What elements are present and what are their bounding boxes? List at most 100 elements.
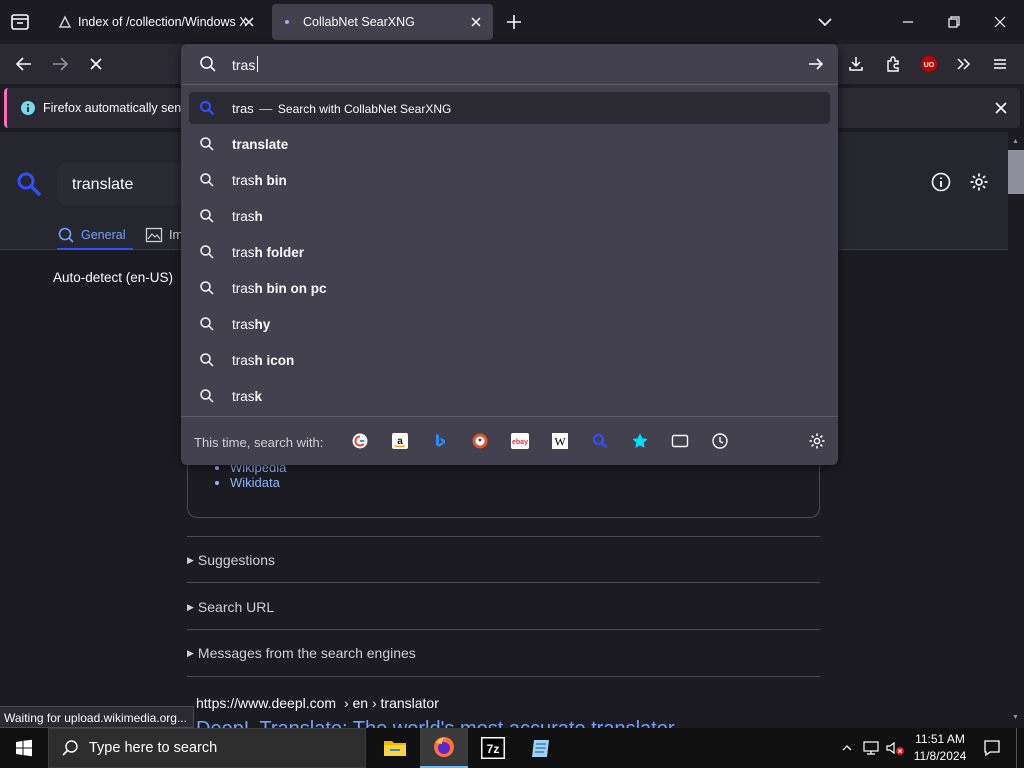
new-tab-icon[interactable]: [505, 13, 523, 31]
taskbar-search-placeholder: Type here to search: [89, 740, 218, 756]
windows-taskbar: Type here to search 7z 11:51 AM 11/8/202…: [0, 728, 1024, 768]
search-icon: [199, 352, 215, 368]
close-tab-icon[interactable]: [242, 15, 256, 29]
scrollbar[interactable]: ▲ ▼: [1008, 132, 1024, 728]
suggestion-text: trash folder: [232, 245, 305, 260]
search-with-engine-row[interactable]: tras — Search with CollabNet SearXNG: [189, 92, 830, 124]
suggestion-text: trash icon: [232, 353, 295, 368]
tab-title: Index of /collection/Windows X: [78, 15, 246, 29]
firefox-view-icon[interactable]: [8, 10, 32, 34]
tabs-icon[interactable]: [671, 432, 689, 450]
result-path: › en › translator: [343, 695, 439, 711]
tab-collabnet-searxng[interactable]: CollabNet SearXNG: [272, 4, 493, 40]
divider: [187, 582, 820, 583]
about-icon[interactable]: [931, 172, 951, 192]
notepad-app-icon[interactable]: [518, 728, 564, 768]
status-text: Waiting for upload.wikimedia.org...: [4, 711, 187, 725]
url-input[interactable]: tras: [225, 54, 785, 76]
suggestions-toggle[interactable]: ▶ Suggestions: [187, 552, 275, 568]
search-action: Search with CollabNet SearXNG: [277, 102, 452, 116]
tab-index-collection[interactable]: Index of /collection/Windows X: [48, 4, 266, 40]
list-all-tabs-icon[interactable]: [817, 14, 833, 30]
duckduckgo-icon[interactable]: [471, 432, 489, 450]
search-icon: [199, 244, 215, 260]
wikipedia-icon[interactable]: W: [551, 432, 569, 450]
suggestion-text: translate: [232, 137, 289, 152]
result-url: https://www.deepl.com › en › translator: [196, 695, 439, 711]
suggestion-text: trash: [232, 209, 263, 224]
suggestion-item[interactable]: trask: [189, 380, 830, 412]
google-icon[interactable]: [351, 432, 369, 450]
language-selector[interactable]: Auto-detect (en-US): [53, 270, 173, 285]
start-windows-icon[interactable]: [0, 728, 48, 768]
scrollbar-thumb[interactable]: [1008, 150, 1024, 194]
engine-messages-toggle[interactable]: ▶ Messages from the search engines: [187, 645, 416, 661]
7zip-icon[interactable]: 7z: [470, 728, 516, 768]
search-icon: [199, 208, 215, 224]
scroll-down-icon[interactable]: ▼: [1012, 714, 1019, 721]
search-with-text: tras — Search with CollabNet SearXNG: [232, 101, 451, 116]
search-url-toggle[interactable]: ▶ Search URL: [187, 599, 274, 615]
history-icon[interactable]: [711, 432, 729, 450]
show-desktop-button[interactable]: [1016, 728, 1024, 768]
result-title-link[interactable]: DeepL Translate: The world's most accura…: [196, 718, 675, 728]
amazon-icon[interactable]: a: [391, 432, 409, 450]
bookmarks-icon[interactable]: [631, 432, 649, 450]
suggestion-item[interactable]: trash bin on pc: [189, 272, 830, 304]
result-domain: https://www.deepl.com: [196, 695, 337, 711]
search-url-label: Search URL: [197, 599, 275, 615]
divider: [181, 84, 838, 85]
wikidata-link[interactable]: Wikidata: [230, 475, 280, 490]
more-tools-icon[interactable]: [952, 52, 976, 76]
suggestion-item[interactable]: trashy: [189, 308, 830, 340]
extensions-icon[interactable]: [881, 52, 905, 76]
suggestion-item[interactable]: trash icon: [189, 344, 830, 376]
search-icon: [199, 280, 215, 296]
svg-text:7z: 7z: [487, 742, 500, 756]
stop-loading-icon[interactable]: [84, 52, 108, 76]
suggestion-item[interactable]: trash: [189, 200, 830, 232]
expand-triangle-icon: ▶: [187, 555, 194, 565]
ebay-icon[interactable]: ebay: [511, 432, 529, 450]
search-icon: [199, 316, 215, 332]
suggestions-label: Suggestions: [197, 552, 275, 568]
app-menu-icon[interactable]: [988, 52, 1012, 76]
separator: —: [259, 101, 273, 116]
forward-icon[interactable]: [48, 52, 72, 76]
back-icon[interactable]: [12, 52, 36, 76]
ublock-origin-icon[interactable]: UO: [917, 52, 941, 76]
downloads-icon[interactable]: [844, 52, 868, 76]
suggestion-item[interactable]: translate: [189, 128, 830, 160]
search-icon: [199, 388, 215, 404]
close-notification-icon[interactable]: [993, 100, 1009, 116]
preferences-gear-icon[interactable]: [969, 172, 989, 192]
show-hidden-icons-chevron-icon[interactable]: [838, 728, 856, 768]
close-tab-icon[interactable]: [469, 15, 483, 29]
scroll-up-icon[interactable]: ▲: [1012, 138, 1019, 145]
clock[interactable]: 11:51 AM 11/8/2024: [908, 728, 972, 768]
minimize-icon[interactable]: [901, 15, 915, 29]
searxng-logo-icon[interactable]: [16, 171, 42, 197]
taskbar-search-box[interactable]: Type here to search: [48, 728, 366, 768]
search-settings-gear-icon[interactable]: [808, 432, 826, 450]
network-icon[interactable]: [860, 728, 882, 768]
bing-icon[interactable]: [431, 432, 449, 450]
suggestion-item[interactable]: trash bin: [189, 164, 830, 196]
action-center-icon[interactable]: [978, 728, 1006, 768]
suggestion-item[interactable]: trash folder: [189, 236, 830, 268]
go-arrow-icon[interactable]: [807, 55, 825, 73]
search-icon: [199, 55, 217, 73]
divider: [181, 416, 838, 417]
tab-title: CollabNet SearXNG: [303, 15, 415, 29]
firefox-taskbar-icon[interactable]: [420, 728, 468, 768]
tab-images[interactable]: Im: [145, 224, 183, 248]
restore-icon[interactable]: [947, 15, 961, 29]
volume-muted-icon[interactable]: [884, 728, 906, 768]
searxng-icon[interactable]: [591, 432, 609, 450]
svg-text:a: a: [397, 436, 403, 447]
close-window-icon[interactable]: [993, 15, 1007, 29]
file-explorer-icon[interactable]: [372, 728, 418, 768]
tab-general[interactable]: General: [57, 224, 134, 250]
clock-time: 11:51 AM: [915, 732, 965, 746]
search-icon: [61, 739, 79, 757]
